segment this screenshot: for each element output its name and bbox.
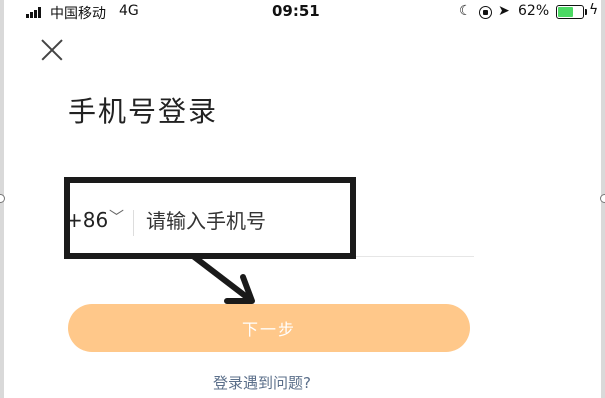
moon-icon: ☾ (459, 3, 472, 19)
network-type: 4G (119, 3, 139, 19)
page-title: 手机号登录 (68, 95, 219, 128)
annotation-highlight-box (64, 177, 356, 259)
rotation-lock-icon (479, 6, 492, 19)
close-icon[interactable] (40, 38, 64, 62)
charging-bolt-icon: ϟ (589, 2, 599, 18)
battery-percent: 62% (518, 3, 550, 19)
right-edge-handle (600, 194, 605, 203)
left-edge-handle (0, 194, 5, 203)
status-bar: 中国移动 4G 09:51 ☾ ➤ 62% ϟ (0, 0, 605, 24)
carrier-label: 中国移动 (50, 6, 106, 22)
next-step-button[interactable]: 下一步 (68, 304, 470, 352)
signal-icon (26, 7, 46, 18)
location-icon: ➤ (498, 3, 510, 19)
battery-icon (556, 5, 587, 19)
clock: 09:51 (272, 2, 320, 20)
login-help-link[interactable]: 登录遇到问题? (213, 372, 311, 393)
